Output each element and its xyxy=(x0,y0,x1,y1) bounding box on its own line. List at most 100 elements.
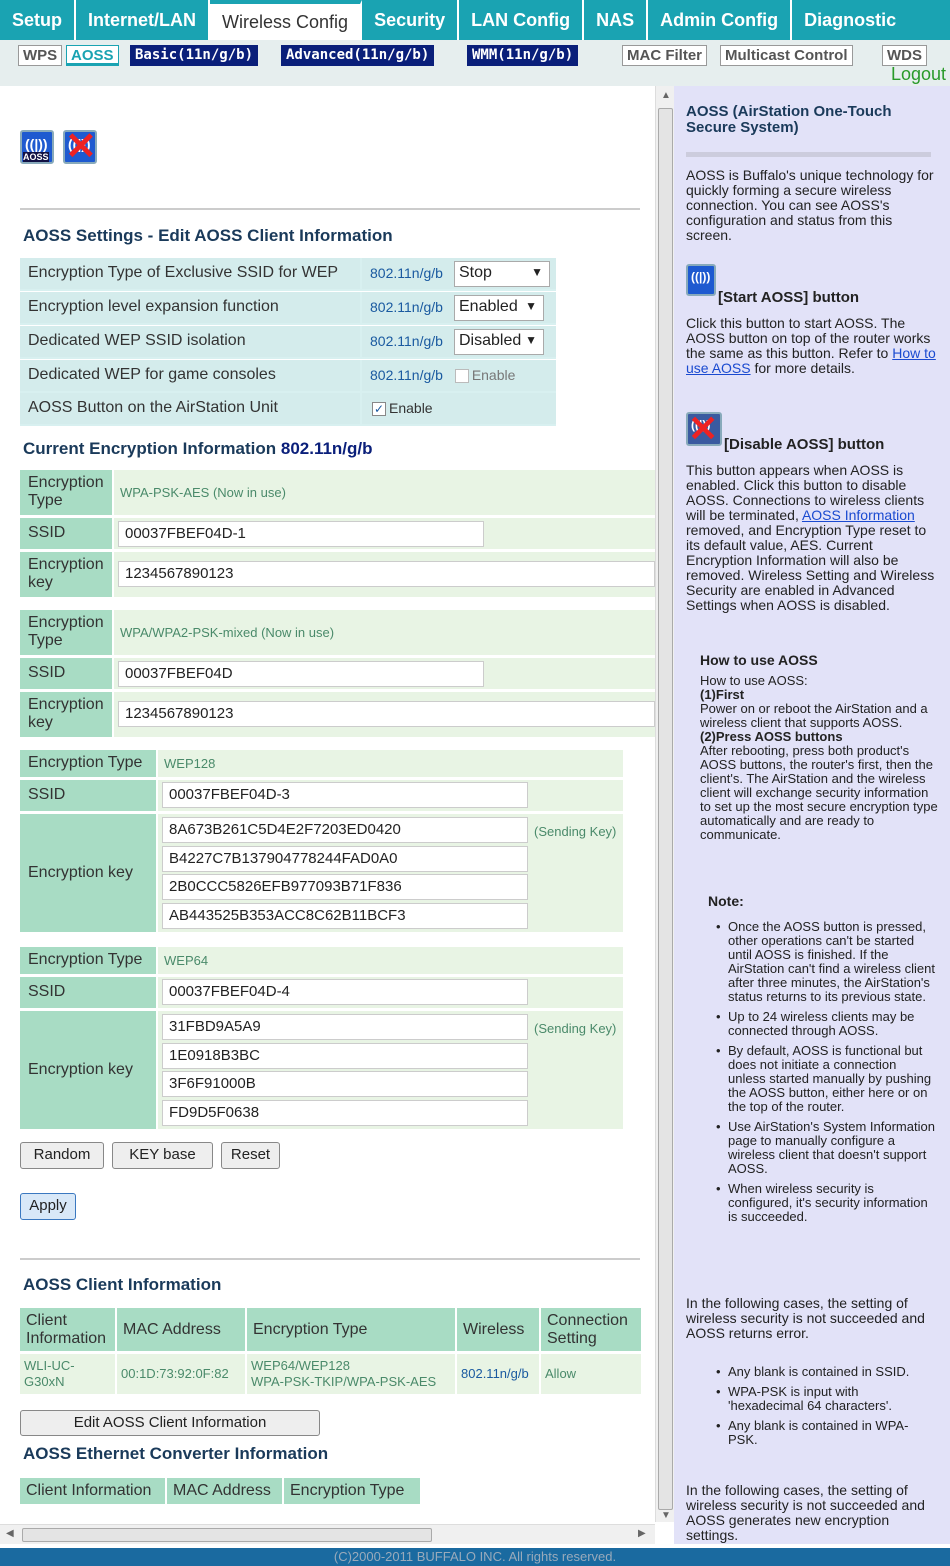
disable-aoss-icon: ((|)) ✕ xyxy=(686,410,722,448)
wep-ssid-select[interactable]: Stop ▼ xyxy=(454,261,550,287)
subtab-mac-filter[interactable]: MAC Filter xyxy=(622,45,707,66)
wep-isolation-select[interactable]: Disabled ▼ xyxy=(454,329,544,355)
eth-col-client-information: Client Information xyxy=(20,1478,165,1504)
tab-wireless-config[interactable]: Wireless Config xyxy=(210,0,363,40)
key-field-4[interactable]: FD9D5F0638 xyxy=(162,1100,528,1126)
subtab-aoss[interactable]: AOSS xyxy=(66,45,119,66)
horizontal-scrollbar[interactable]: ◀ ▶ xyxy=(0,1524,655,1544)
logout-link[interactable]: Logout xyxy=(891,64,946,85)
ssid-label: SSID xyxy=(20,780,156,811)
cell-line: WLI-UC- xyxy=(24,1358,75,1373)
title-line: Secure System) xyxy=(686,119,799,136)
list-item: By default, AOSS is functional but does … xyxy=(710,1044,936,1114)
tab-security[interactable]: Security xyxy=(362,0,460,40)
apply-button[interactable]: Apply xyxy=(20,1193,76,1220)
howto-text: How to use AOSS: (1)First Power on or re… xyxy=(700,674,940,842)
key-field[interactable]: 1234567890123 xyxy=(118,701,655,727)
subtab-multicast-control[interactable]: Multicast Control xyxy=(720,45,853,66)
enc-type-value: WEP64 xyxy=(158,947,623,974)
setting-label: Dedicated WEP for game consoles xyxy=(20,360,360,391)
key-field-2[interactable]: B4227C7B137904778244FAD0A0 xyxy=(162,846,528,872)
tab-setup[interactable]: Setup xyxy=(0,0,77,40)
setting-row: Encryption Type of Exclusive SSID for WE… xyxy=(20,258,556,291)
main-nav: Setup Internet/LAN Wireless Config Secur… xyxy=(0,0,950,40)
key-field-1[interactable]: 31FBD9A5A9 xyxy=(162,1014,528,1040)
scroll-up-icon[interactable]: ▲ xyxy=(661,90,671,101)
col-wireless: Wireless xyxy=(457,1308,539,1351)
tab-nas[interactable]: NAS xyxy=(584,0,649,40)
disable-aoss-icon[interactable]: ((|)) ✕ xyxy=(63,128,97,166)
mode-text: 802.11n/g/b xyxy=(370,333,443,349)
cell-line: WPA-PSK-TKIP/WPA-PSK-AES xyxy=(251,1374,437,1389)
ssid-label: SSID xyxy=(20,658,112,689)
key-field-3[interactable]: 3F6F91000B xyxy=(162,1071,528,1097)
key-field-3[interactable]: 2B0CCC5826EFB977093B71F836 xyxy=(162,874,528,900)
tab-lan-config[interactable]: LAN Config xyxy=(459,0,585,40)
ssid-label: SSID xyxy=(20,977,156,1008)
text: (1)First xyxy=(700,687,745,702)
disable-aoss-text: This button appears when AOSS is enabled… xyxy=(686,463,936,613)
col-client-information: Client Information xyxy=(20,1308,115,1351)
aoss-information-link[interactable]: AOSS Information xyxy=(802,507,915,523)
list-item: Any blank is contained in SSID. xyxy=(710,1365,936,1380)
start-aoss-title: [Start AOSS] button xyxy=(718,289,860,306)
reset-button[interactable]: Reset xyxy=(221,1142,280,1169)
ssid-field[interactable]: 00037FBEF04D-3 xyxy=(162,782,528,808)
list-item: When wireless security is configured, it… xyxy=(710,1182,936,1224)
subtab-wmm[interactable]: WMM(11n/g/b) xyxy=(467,45,579,66)
ssid-field[interactable]: 00037FBEF04D xyxy=(118,661,484,687)
key-field[interactable]: 1234567890123 xyxy=(118,561,655,587)
vertical-scrollbar[interactable]: ▲ ▼ xyxy=(655,86,674,1522)
tab-diagnostic[interactable]: Diagnostic xyxy=(792,0,908,40)
divider xyxy=(20,208,640,210)
list-item: Once the AOSS button is pressed, other o… xyxy=(710,920,936,1004)
setting-label: AOSS Button on the AirStation Unit xyxy=(20,393,360,424)
encryption-expansion-select[interactable]: Enabled ▼ xyxy=(454,295,544,321)
copyright-footer: (C)2000-2011 BUFFALO INC. All rights res… xyxy=(0,1548,950,1566)
ssid-field[interactable]: 00037FBEF04D-1 xyxy=(118,521,484,547)
key-field-4[interactable]: AB443525B353ACC8C62B11BCF3 xyxy=(162,903,528,929)
key-label: Encryption key xyxy=(20,1011,156,1129)
edit-aoss-client-button[interactable]: Edit AOSS Client Information xyxy=(20,1410,320,1436)
col-mac-address: MAC Address xyxy=(117,1308,245,1351)
ssid-field[interactable]: 00037FBEF04D-4 xyxy=(162,979,528,1005)
scroll-right-icon[interactable]: ▶ xyxy=(638,1528,646,1539)
header-line: Setting xyxy=(547,1330,597,1347)
cases-error-list: Any blank is contained in SSID. WPA-PSK … xyxy=(710,1365,936,1453)
help-pane: AOSS (AirStation One-Touch Secure System)… xyxy=(674,86,950,1544)
key-field-2[interactable]: 1E0918B3BC xyxy=(162,1043,528,1069)
col-connection-setting: Connection Setting xyxy=(541,1308,641,1351)
scroll-left-icon[interactable]: ◀ xyxy=(6,1528,14,1539)
key-label: Encryption key xyxy=(20,814,156,932)
eth-col-encryption-type: Encryption Type xyxy=(284,1478,420,1504)
sending-key-note: (Sending Key) xyxy=(534,824,617,839)
mode-text: 802.11n/g/b xyxy=(370,299,443,315)
text: After rebooting, press both product's AO… xyxy=(700,743,938,842)
checkbox-label: Enable xyxy=(471,367,516,383)
setting-row: Dedicated WEP for game consoles 802.11n/… xyxy=(20,360,556,393)
enc-type-value: WPA/WPA2-PSK-mixed (Now in use) xyxy=(114,610,655,655)
label-line: Encryption xyxy=(28,696,104,713)
start-aoss-text: Click this button to start AOSS. The AOS… xyxy=(686,316,936,376)
key-base-button[interactable]: KEY base xyxy=(112,1142,213,1169)
tab-internet-lan[interactable]: Internet/LAN xyxy=(76,0,211,40)
aoss-icon[interactable]: ((|)) AOSS xyxy=(20,130,54,164)
game-console-checkbox[interactable] xyxy=(454,369,469,384)
label-line: key xyxy=(28,574,53,591)
scroll-down-icon[interactable]: ▼ xyxy=(661,1510,671,1521)
scrollbar-thumb[interactable] xyxy=(658,108,673,1510)
aoss-button-checkbox[interactable]: ✓ xyxy=(372,402,386,417)
key-field-1[interactable]: 8A673B261C5D4E2F7203ED0420 xyxy=(162,817,528,843)
tab-admin-config[interactable]: Admin Config xyxy=(648,0,793,40)
label-line: Encryption xyxy=(28,556,104,573)
subtab-wps[interactable]: WPS xyxy=(18,45,63,66)
scrollbar-thumb[interactable] xyxy=(22,1528,432,1542)
subtab-wds[interactable]: WDS xyxy=(882,45,927,66)
settings-pane: ((|)) AOSS ((|)) ✕ AOSS Settings - Edit AO… xyxy=(0,86,655,1522)
subtab-basic[interactable]: Basic(11n/g/b) xyxy=(130,45,259,66)
enc-type-label: Encryption Type xyxy=(20,750,156,777)
header-line: Information xyxy=(26,1330,107,1347)
subtab-advanced[interactable]: Advanced(11n/g/b) xyxy=(281,45,435,66)
header-line: Client xyxy=(26,1312,67,1329)
random-button[interactable]: Random xyxy=(20,1142,104,1169)
